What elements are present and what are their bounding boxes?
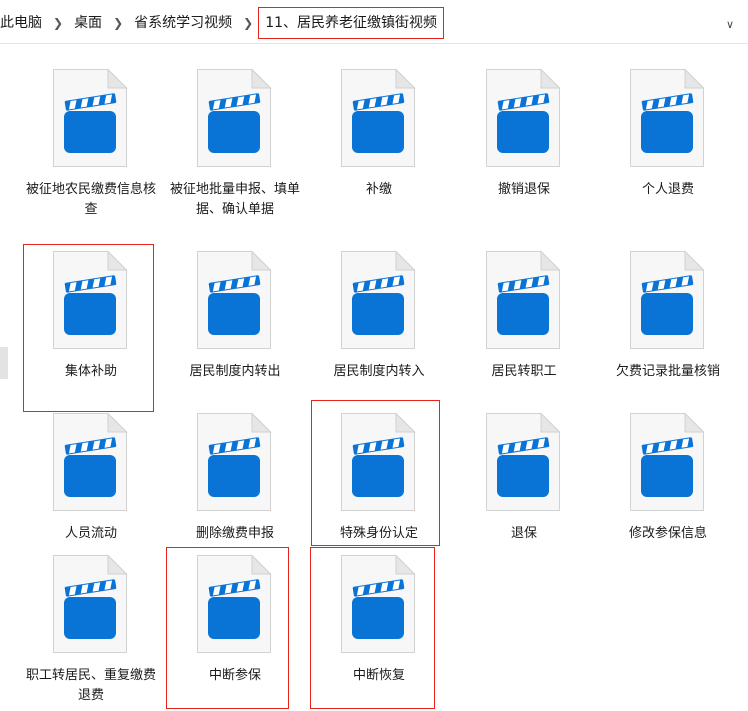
file-item[interactable]: 人员流动 <box>26 412 156 552</box>
file-name: 集体补助 <box>64 364 117 379</box>
file-item[interactable]: 被征地批量申报、填单据、确认单据 <box>170 68 300 248</box>
address-bar[interactable]: 此电脑 ❯ 桌面 ❯ 省系统学习视频 ❯ 11、居民养老征缴镇街视频 ∨ <box>0 0 748 44</box>
video-file-icon <box>196 250 272 350</box>
breadcrumb-current-folder[interactable]: 11、居民养老征缴镇街视频 <box>258 7 445 39</box>
file-name: 被征地批量申报、填单据、确认单据 <box>170 182 301 217</box>
file-item[interactable]: 中断恢复 <box>314 554 444 711</box>
file-grid: 被征地农民缴费信息核查 被征地批量申报、填单据、确认单据 补缴 撤销退保 个人退… <box>0 44 748 711</box>
video-file-icon <box>485 412 561 512</box>
file-name: 删除缴费申报 <box>195 526 274 541</box>
file-item[interactable]: 撤销退保 <box>459 68 589 248</box>
file-item[interactable]: 中断参保 <box>170 554 300 711</box>
chevron-right-icon[interactable]: ❯ <box>240 16 256 30</box>
video-file-icon <box>629 68 705 168</box>
file-item[interactable]: 个人退费 <box>603 68 733 248</box>
file-item[interactable]: 集体补助 <box>26 250 156 410</box>
file-name: 退保 <box>510 526 537 541</box>
file-item[interactable]: 退保 <box>459 412 589 552</box>
file-item[interactable]: 居民制度内转出 <box>170 250 300 410</box>
video-file-icon <box>340 250 416 350</box>
breadcrumb: 此电脑 ❯ 桌面 ❯ 省系统学习视频 ❯ 11、居民养老征缴镇街视频 <box>0 7 445 39</box>
file-item[interactable]: 删除缴费申报 <box>170 412 300 552</box>
breadcrumb-desktop[interactable]: 桌面 <box>66 11 110 35</box>
file-name: 个人退费 <box>641 182 694 197</box>
file-item[interactable]: 欠费记录批量核销 <box>603 250 733 410</box>
file-name: 居民制度内转入 <box>333 364 425 379</box>
video-file-icon <box>196 68 272 168</box>
file-item[interactable]: 职工转居民、重复缴费退费 <box>26 554 156 711</box>
file-name: 特殊身份认定 <box>339 526 418 541</box>
video-file-icon <box>340 554 416 654</box>
video-file-icon <box>52 68 128 168</box>
file-name: 中断参保 <box>208 668 261 683</box>
file-item[interactable]: 居民转职工 <box>459 250 589 410</box>
file-name: 欠费记录批量核销 <box>615 364 720 379</box>
navigation-pane-edge <box>0 347 8 379</box>
file-name: 中断恢复 <box>352 668 405 683</box>
file-item[interactable]: 修改参保信息 <box>603 412 733 552</box>
video-file-icon <box>340 412 416 512</box>
file-name: 居民转职工 <box>491 364 557 379</box>
file-name: 撤销退保 <box>497 182 550 197</box>
video-file-icon <box>485 250 561 350</box>
video-file-icon <box>52 250 128 350</box>
video-file-icon <box>485 68 561 168</box>
file-item[interactable]: 特殊身份认定 <box>314 412 444 552</box>
video-file-icon <box>196 412 272 512</box>
file-name: 职工转居民、重复缴费退费 <box>26 668 157 703</box>
video-file-icon <box>629 250 705 350</box>
breadcrumb-study-videos[interactable]: 省系统学习视频 <box>126 11 240 35</box>
chevron-right-icon[interactable]: ❯ <box>50 16 66 30</box>
chevron-down-icon[interactable]: ∨ <box>726 18 734 31</box>
file-name: 被征地农民缴费信息核查 <box>26 182 157 217</box>
file-item[interactable]: 补缴 <box>314 68 444 248</box>
video-file-icon <box>629 412 705 512</box>
breadcrumb-this-pc[interactable]: 此电脑 <box>0 11 50 35</box>
file-item[interactable]: 居民制度内转入 <box>314 250 444 410</box>
video-file-icon <box>340 68 416 168</box>
video-file-icon <box>52 412 128 512</box>
file-name: 居民制度内转出 <box>189 364 281 379</box>
chevron-right-icon[interactable]: ❯ <box>110 16 126 30</box>
video-file-icon <box>52 554 128 654</box>
file-name: 人员流动 <box>64 526 117 541</box>
file-item[interactable]: 被征地农民缴费信息核查 <box>26 68 156 248</box>
file-name: 修改参保信息 <box>628 526 707 541</box>
file-name: 补缴 <box>365 182 392 197</box>
video-file-icon <box>196 554 272 654</box>
